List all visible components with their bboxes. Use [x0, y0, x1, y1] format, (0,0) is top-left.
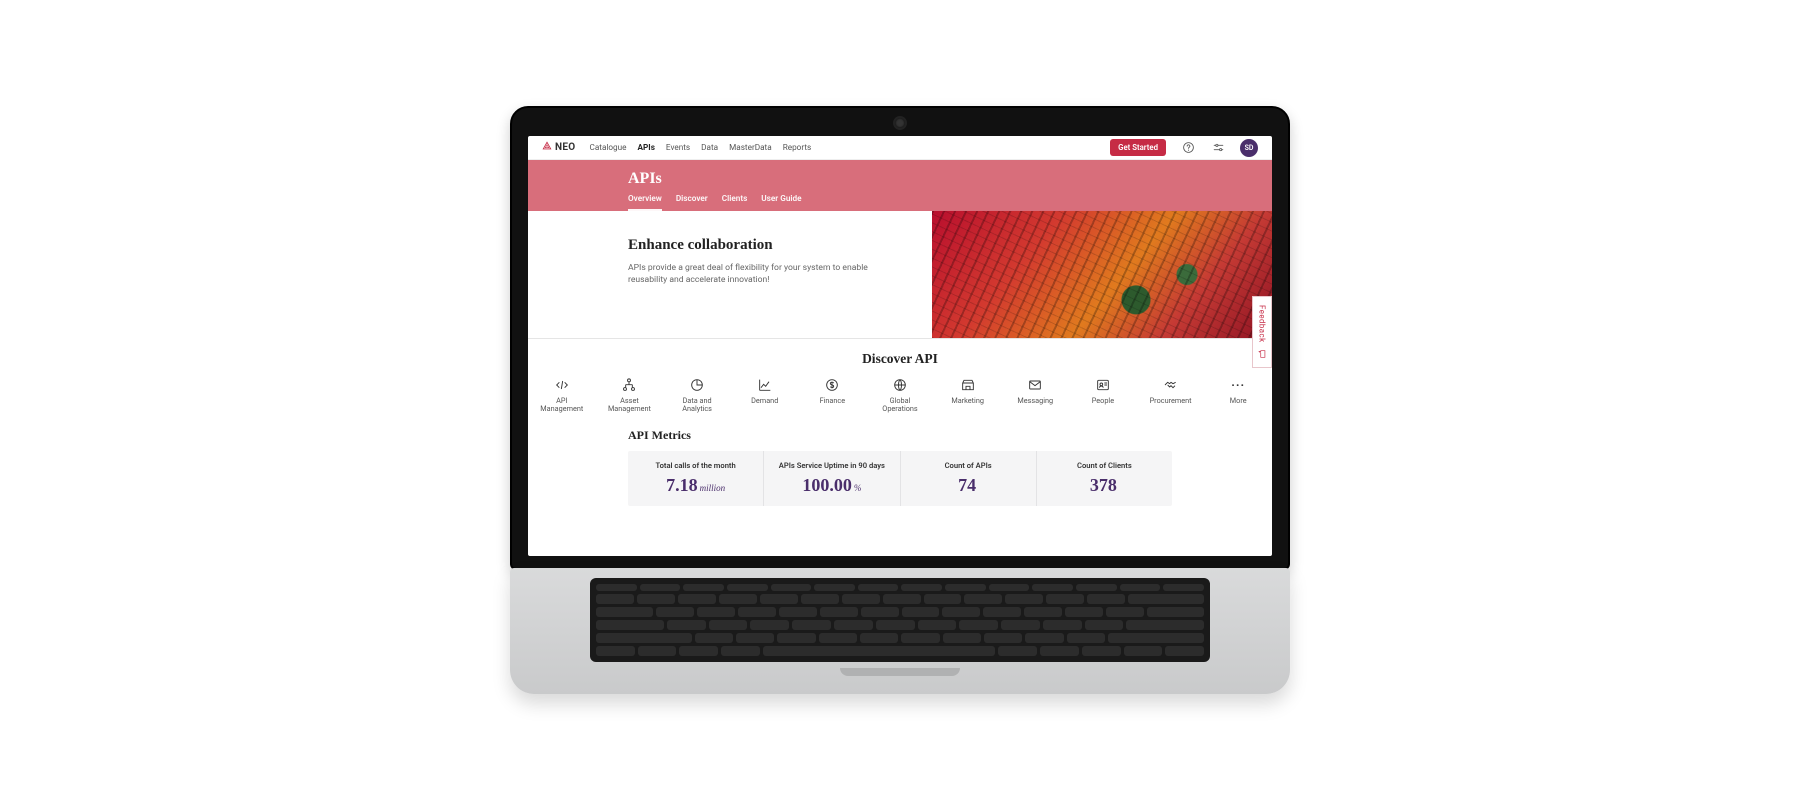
hero-section: Enhance collaboration APIs provide a gre…	[528, 211, 1272, 339]
trend-icon	[757, 377, 773, 393]
metric-api-count: Count of APIs 74	[900, 451, 1036, 506]
metrics-section: API Metrics Total calls of the month 7.1…	[528, 422, 1272, 522]
top-bar: NEO Catalogue APIs Events Data MasterDat…	[528, 136, 1272, 160]
cat-finance[interactable]: Finance	[809, 377, 857, 414]
metric-client-count: Count of Clients 378	[1036, 451, 1172, 506]
tab-clients[interactable]: Clients	[722, 194, 748, 211]
tab-overview[interactable]: Overview	[628, 194, 662, 211]
nav-catalogue[interactable]: Catalogue	[589, 143, 626, 153]
cat-label: People	[1092, 397, 1114, 405]
camera-dot	[895, 118, 905, 128]
nav-apis[interactable]: APIs	[638, 143, 655, 153]
tab-user-guide[interactable]: User Guide	[761, 194, 801, 211]
cat-demand[interactable]: Demand	[741, 377, 789, 414]
get-started-button[interactable]: Get Started	[1110, 139, 1166, 156]
help-icon[interactable]	[1180, 140, 1196, 156]
page-title: APIs	[628, 170, 1172, 188]
nav-masterdata[interactable]: MasterData	[729, 143, 772, 153]
keyboard-deck	[510, 568, 1290, 694]
globe-icon	[892, 377, 908, 393]
avatar[interactable]: SD	[1240, 139, 1258, 157]
tab-discover[interactable]: Discover	[676, 194, 708, 211]
cat-label: Messaging	[1017, 397, 1053, 405]
cat-marketing[interactable]: Marketing	[944, 377, 992, 414]
cat-messaging[interactable]: Messaging	[1011, 377, 1059, 414]
feedback-label: Feedback	[1258, 305, 1267, 343]
metric-unit: %	[854, 483, 862, 493]
metric-value: 100.00	[802, 475, 852, 495]
metric-label: APIs Service Uptime in 90 days	[772, 461, 891, 470]
hero-image	[932, 211, 1272, 338]
nav-events[interactable]: Events	[666, 143, 690, 153]
metric-total-calls: Total calls of the month 7.18million	[628, 451, 763, 506]
hero-heading: Enhance collaboration	[628, 237, 908, 254]
feedback-tab[interactable]: Feedback	[1252, 296, 1272, 368]
cat-more[interactable]: ··· More	[1214, 377, 1262, 414]
metric-label: Total calls of the month	[636, 461, 755, 470]
cat-data-analytics[interactable]: Data and Analytics	[673, 377, 721, 414]
cat-label: More	[1230, 397, 1247, 405]
cat-label: Procurement	[1150, 397, 1192, 405]
pie-icon	[689, 377, 705, 393]
nav-links: Catalogue APIs Events Data MasterData Re…	[589, 143, 811, 153]
metric-label: Count of Clients	[1045, 461, 1164, 470]
metrics-heading: API Metrics	[628, 428, 1172, 443]
cat-asset-management[interactable]: Asset Management	[606, 377, 654, 414]
cat-label: Data and Analytics	[673, 397, 721, 414]
screen: NEO Catalogue APIs Events Data MasterDat…	[528, 136, 1272, 556]
cat-label: Asset Management	[606, 397, 654, 414]
dollar-icon	[824, 377, 840, 393]
metrics-cards: Total calls of the month 7.18million API…	[628, 451, 1172, 506]
cat-people[interactable]: People	[1079, 377, 1127, 414]
brand-name: NEO	[555, 142, 575, 153]
discover-heading: Discover API	[538, 351, 1262, 367]
keyboard	[590, 578, 1210, 662]
cat-label: API Management	[538, 397, 586, 414]
chat-icon	[1257, 349, 1267, 359]
metric-unit: million	[700, 483, 726, 493]
metric-value: 378	[1090, 475, 1117, 495]
metric-label: Count of APIs	[909, 461, 1028, 470]
page-header-band: APIs Overview Discover Clients User Guid…	[528, 160, 1272, 211]
hinge-notch	[840, 668, 960, 676]
nav-data[interactable]: Data	[701, 143, 718, 153]
brand-logo-icon	[542, 141, 552, 154]
hero-copy: Enhance collaboration APIs provide a gre…	[528, 211, 932, 338]
cat-procurement[interactable]: Procurement	[1147, 377, 1195, 414]
metric-value: 74	[958, 475, 976, 495]
metric-uptime: APIs Service Uptime in 90 days 100.00%	[763, 451, 899, 506]
category-row: API Management Asset Management Data and…	[538, 377, 1262, 414]
cat-label: Global Operations	[876, 397, 924, 414]
cat-label: Finance	[820, 397, 846, 405]
hierarchy-icon	[621, 377, 637, 393]
more-icon: ···	[1230, 377, 1246, 393]
cat-label: Demand	[751, 397, 778, 405]
hero-body: APIs provide a great deal of flexibility…	[628, 262, 888, 287]
laptop-bezel: NEO Catalogue APIs Events Data MasterDat…	[510, 106, 1290, 570]
app-root: NEO Catalogue APIs Events Data MasterDat…	[528, 136, 1272, 556]
handshake-icon	[1163, 377, 1179, 393]
envelope-icon	[1027, 377, 1043, 393]
metric-value: 7.18	[666, 475, 698, 495]
header-tabs: Overview Discover Clients User Guide	[628, 194, 1172, 211]
settings-sliders-icon[interactable]	[1210, 140, 1226, 156]
person-card-icon	[1095, 377, 1111, 393]
code-icon	[554, 377, 570, 393]
laptop-mockup: NEO Catalogue APIs Events Data MasterDat…	[510, 106, 1290, 694]
cat-label: Marketing	[951, 397, 984, 405]
brand[interactable]: NEO	[542, 141, 575, 154]
cat-global-operations[interactable]: Global Operations	[876, 377, 924, 414]
discover-section: Discover API API Management Asset Manage…	[528, 339, 1272, 422]
nav-reports[interactable]: Reports	[783, 143, 812, 153]
storefront-icon	[960, 377, 976, 393]
cat-api-management[interactable]: API Management	[538, 377, 586, 414]
